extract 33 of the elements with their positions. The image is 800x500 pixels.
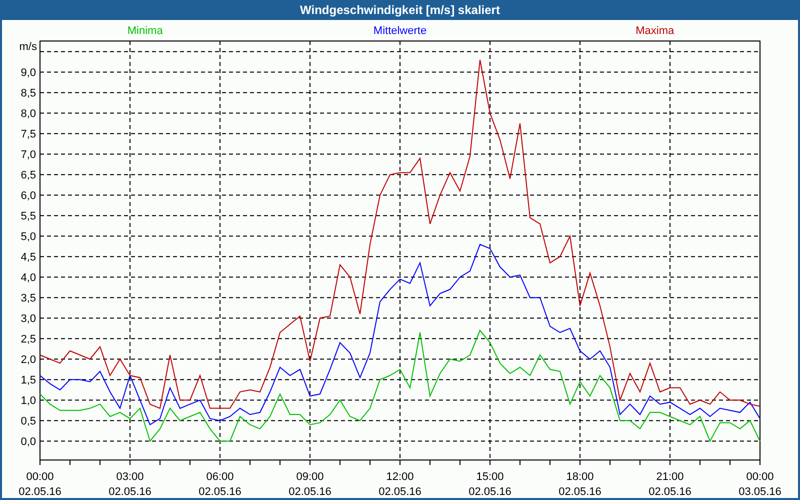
y-tick-label: 4,0: [20, 272, 36, 284]
x-tick-label: 00:00 02.05.16: [18, 471, 62, 498]
y-tick-label: 9,0: [20, 67, 36, 80]
y-tick-label: 6,0: [20, 190, 36, 202]
x-tick-label: 15:00 02.05.16: [468, 471, 512, 498]
x-tick-label: 06:00 02.05.16: [198, 471, 242, 498]
x-tick-label: 18:00 02.05.16: [558, 471, 602, 498]
y-axis-label: m/s: [19, 41, 37, 53]
window-title: Windgeschwindigkeit [m/s] skaliert: [300, 3, 500, 17]
y-tick-label: 6,5: [20, 170, 36, 182]
y-tick-label: 2,0: [20, 354, 36, 366]
y-tick-label: 7,5: [20, 128, 36, 141]
y-tick-label: 0,5: [20, 416, 36, 428]
x-tick-label: 09:00 02.05.16: [288, 471, 332, 498]
y-tick-label: 8,5: [20, 88, 36, 100]
y-tick-label: 1,0: [20, 395, 36, 408]
legend-label: Minima: [127, 25, 163, 37]
y-tick-label: 5,0: [20, 231, 36, 244]
x-tick-label: 00:00 03.05.16: [738, 471, 782, 498]
y-tick-label: 3,5: [20, 292, 36, 305]
y-tick-label: 0,0: [20, 436, 36, 448]
x-tick-label: 21:00 02.05.16: [648, 471, 692, 498]
legend-label: Mittelwerte: [373, 25, 427, 37]
y-tick-label: 5,5: [20, 210, 36, 223]
x-tick-label: 03:00 02.05.16: [108, 471, 152, 498]
y-tick-label: 4,5: [20, 252, 36, 264]
y-tick-label: 7,0: [20, 149, 36, 162]
y-tick-label: 3,0: [20, 313, 36, 326]
x-tick-label: 12:00 02.05.16: [378, 471, 422, 498]
y-tick-label: 8,0: [20, 108, 36, 120]
legend-label: Maxima: [636, 25, 674, 37]
y-tick-label: 1,5: [20, 374, 36, 387]
y-tick-label: 2,5: [20, 334, 36, 346]
